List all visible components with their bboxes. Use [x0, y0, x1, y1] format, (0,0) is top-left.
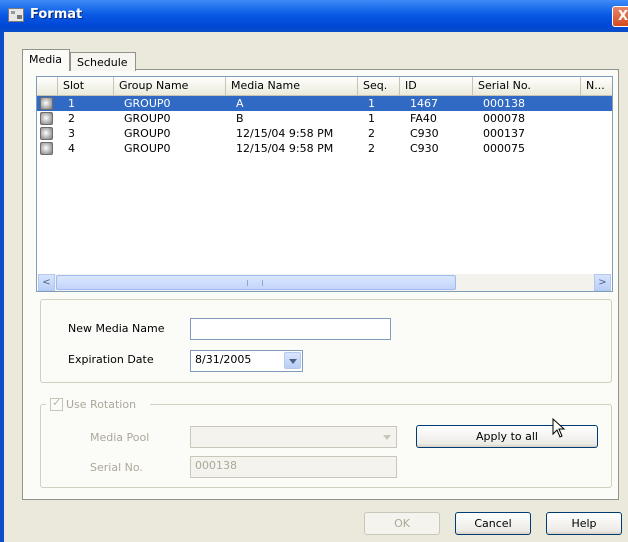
close-button[interactable]: X — [612, 6, 628, 27]
cell-group: GROUP0 — [124, 97, 171, 110]
column-header-id[interactable]: ID — [400, 77, 473, 95]
new-media-name-label: New Media Name — [68, 322, 165, 335]
format-app-icon — [8, 8, 24, 22]
cell-serial: 000075 — [483, 142, 525, 155]
cell-slot: 1 — [68, 97, 75, 110]
cell-group: GROUP0 — [124, 112, 171, 125]
tab-media[interactable]: Media — [22, 49, 70, 71]
cell-seq: 2 — [368, 127, 375, 140]
use-rotation-label: Use Rotation — [66, 398, 137, 411]
expiration-date-value: 8/31/2005 — [195, 353, 252, 366]
column-header-group-name[interactable]: Group Name — [114, 77, 226, 95]
media-cartridge-icon — [40, 142, 53, 155]
apply-to-all-button[interactable]: Apply to all — [416, 425, 598, 448]
column-header-seq[interactable]: Seq. — [358, 77, 400, 95]
chevron-down-icon[interactable] — [284, 352, 301, 369]
title-bar[interactable]: Format X — [0, 0, 628, 32]
new-media-name-input[interactable] — [190, 318, 391, 340]
column-header-serial-no[interactable]: Serial No. — [473, 77, 581, 95]
media-pool-select[interactable] — [190, 426, 397, 448]
serial-no-field[interactable]: 000138 — [190, 456, 397, 478]
cell-slot: 4 — [68, 142, 75, 155]
expiration-date-label: Expiration Date — [68, 353, 154, 366]
cell-seq: 1 — [368, 97, 375, 110]
serial-no-label: Serial No. — [90, 461, 143, 474]
table-row[interactable]: 4 GROUP0 12/15/04 9:58 PM 2 C930 000075 — [37, 141, 612, 156]
cell-media-name: B — [236, 112, 244, 125]
scroll-left-button[interactable]: < — [38, 274, 55, 291]
cancel-button[interactable]: Cancel — [455, 512, 531, 535]
cell-media-name: 12/15/04 9:58 PM — [236, 127, 334, 140]
cell-serial: 000137 — [483, 127, 525, 140]
column-header-media-name[interactable]: Media Name — [226, 77, 358, 95]
cell-id: 1467 — [410, 97, 438, 110]
table-row[interactable]: 1 GROUP0 A 1 1467 000138 — [37, 96, 612, 111]
cell-id: C930 — [410, 127, 439, 140]
media-list[interactable]: Slot Group Name Media Name Seq. ID Seria… — [36, 76, 613, 292]
cell-media-name: 12/15/04 9:58 PM — [236, 142, 334, 155]
horizontal-scrollbar[interactable]: < > — [38, 274, 611, 291]
window-frame-left — [0, 32, 4, 542]
media-cartridge-icon — [40, 97, 53, 110]
checkmark-icon: ✓ — [52, 396, 62, 409]
media-cartridge-icon — [40, 112, 53, 125]
cell-seq: 2 — [368, 142, 375, 155]
column-header-icon[interactable] — [37, 77, 58, 95]
scroll-thumb[interactable] — [56, 275, 456, 290]
cell-serial: 000078 — [483, 112, 525, 125]
tab-schedule[interactable]: Schedule — [70, 52, 136, 71]
scroll-grip-icon — [247, 280, 263, 286]
cell-group: GROUP0 — [124, 127, 171, 140]
cell-id: FA40 — [410, 112, 437, 125]
mouse-cursor-icon — [552, 418, 566, 438]
cell-media-name: A — [236, 97, 244, 110]
column-header-slot[interactable]: Slot — [58, 77, 114, 95]
cell-slot: 3 — [68, 127, 75, 140]
cell-id: C930 — [410, 142, 439, 155]
table-row[interactable]: 3 GROUP0 12/15/04 9:58 PM 2 C930 000137 — [37, 126, 612, 141]
expiration-date-picker[interactable]: 8/31/2005 — [190, 350, 303, 372]
cell-seq: 1 — [368, 112, 375, 125]
media-cartridge-icon — [40, 127, 53, 140]
window-title: Format — [30, 7, 83, 22]
use-rotation-checkbox[interactable]: ✓ — [50, 396, 63, 411]
media-pool-label: Media Pool — [90, 431, 150, 444]
table-row[interactable]: 2 GROUP0 B 1 FA40 000078 — [37, 111, 612, 126]
cell-group: GROUP0 — [124, 142, 171, 155]
help-button[interactable]: Help — [546, 512, 622, 535]
list-header: Slot Group Name Media Name Seq. ID Seria… — [37, 77, 612, 96]
column-header-n[interactable]: N... — [581, 77, 612, 95]
cell-serial: 000138 — [483, 97, 525, 110]
cell-slot: 2 — [68, 112, 75, 125]
chevron-down-icon — [380, 429, 395, 445]
format-options-group — [40, 299, 612, 383]
scroll-right-button[interactable]: > — [594, 274, 611, 291]
ok-button[interactable]: OK — [364, 512, 440, 535]
